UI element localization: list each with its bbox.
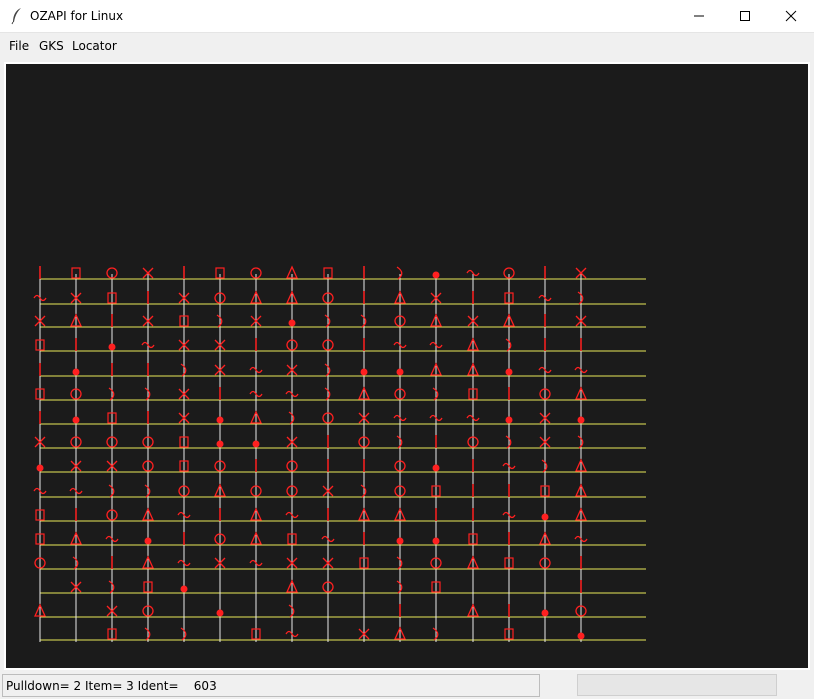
window-title: OZAPI for Linux <box>30 9 124 23</box>
glyph-mark <box>324 363 331 377</box>
glyph-mark <box>505 416 513 424</box>
status-field: Pulldown= 2 Item= 3 Ident= 603 <box>2 674 540 697</box>
glyph-mark <box>541 609 549 617</box>
glyph-mark <box>432 271 440 279</box>
glyph-mark <box>505 368 513 376</box>
glyph-mark <box>144 627 151 641</box>
glyph-mark <box>360 314 367 328</box>
glyph-mark <box>360 484 367 498</box>
glyph-mark <box>216 416 224 424</box>
glyph-mark <box>216 609 224 617</box>
minimize-icon <box>694 15 704 16</box>
glyph-mark <box>72 416 80 424</box>
glyph-mark <box>288 319 296 327</box>
glyph-mark <box>180 585 188 593</box>
glyph-mark <box>216 440 224 448</box>
glyph-mark <box>108 484 115 498</box>
glyph-mark <box>108 580 115 594</box>
status-text: Pulldown= 2 Item= 3 Ident= 603 <box>6 679 217 693</box>
glyph-mark <box>180 627 187 641</box>
glyph-mark <box>396 435 403 449</box>
glyph-mark <box>108 387 115 401</box>
glyph-mark <box>577 291 584 305</box>
glyph-mark <box>396 580 403 594</box>
glyph-mark <box>36 464 44 472</box>
glyph-mark <box>577 435 584 449</box>
glyph-mark <box>108 343 116 351</box>
glyph-mark <box>324 314 331 328</box>
status-progress-box <box>577 674 777 696</box>
glyph-mark <box>396 556 403 570</box>
glyph-mark <box>360 368 368 376</box>
glyph-mark <box>288 411 295 425</box>
glyph-mark <box>396 266 403 280</box>
maximize-button[interactable] <box>722 0 768 31</box>
menu-bar: File GKS Locator <box>0 34 814 58</box>
glyph-mark <box>577 632 585 640</box>
glyph-mark <box>432 387 439 401</box>
glyph-mark <box>541 513 549 521</box>
glyph-mark <box>216 314 223 328</box>
close-button[interactable] <box>768 0 814 31</box>
title-bar: OZAPI for Linux <box>0 0 814 33</box>
menu-file[interactable]: File <box>9 39 29 53</box>
glyph-mark <box>432 464 440 472</box>
drawing-canvas[interactable] <box>6 64 808 668</box>
glyph-mark <box>144 537 152 545</box>
glyph-mark <box>505 338 512 352</box>
glyph-mark <box>432 627 439 641</box>
menu-gks[interactable]: GKS <box>39 39 64 53</box>
maximize-icon <box>740 10 750 21</box>
glyph-mark <box>72 556 79 570</box>
glyph-table-graphic <box>33 265 646 642</box>
glyph-mark <box>577 416 585 424</box>
glyph-mark <box>396 537 404 545</box>
glyph-mark <box>72 368 80 376</box>
glyph-mark <box>541 459 548 473</box>
feather-icon <box>11 8 21 25</box>
menu-locator[interactable]: Locator <box>72 39 117 53</box>
close-icon <box>785 10 797 21</box>
glyph-mark <box>180 363 187 377</box>
glyph-mark <box>252 440 260 448</box>
glyph-mark <box>505 435 512 449</box>
glyph-mark <box>324 387 331 401</box>
glyph-mark <box>144 484 151 498</box>
minimize-button[interactable] <box>676 0 722 31</box>
glyph-mark <box>288 604 295 618</box>
status-bar: Pulldown= 2 Item= 3 Ident= 603 <box>0 672 814 699</box>
glyph-mark <box>144 387 151 401</box>
glyph-mark <box>432 537 440 545</box>
glyph-mark <box>396 368 404 376</box>
canvas-frame <box>4 62 810 670</box>
